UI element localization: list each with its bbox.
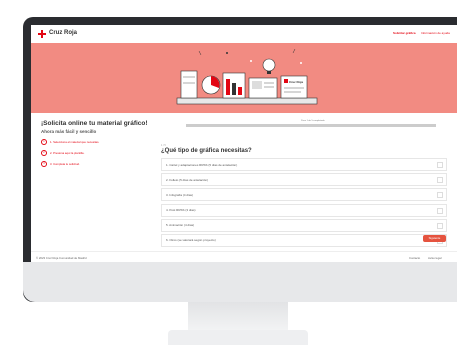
option-poster[interactable]: 1. Cartel y adaptaciones RRSS (5 días de…: [161, 158, 447, 171]
hero-banner: Cruz Roja: [31, 43, 457, 113]
option-label: 6. Otros (se valorará según proyecto): [166, 238, 216, 243]
hero-illustration: Cruz Roja: [176, 48, 318, 105]
monitor-stand-base: [168, 330, 308, 345]
option-leaflet[interactable]: 2. Folleto (5 días de antelación): [161, 173, 447, 187]
step-number-icon: 2: [41, 150, 47, 156]
logo-text[interactable]: Cruz Roja: [49, 30, 77, 36]
step-item: 2 2. Presiona aquí la plantilla.: [41, 150, 161, 156]
step-number-icon: 1: [41, 139, 47, 145]
option-label: 4. Post RRSS (3 días): [166, 208, 196, 213]
nav-link-request[interactable]: Solicitar gráfica: [393, 31, 416, 35]
checkbox-icon: [437, 207, 443, 214]
page-title: ¡Solicita online tu material gráfico!: [41, 120, 148, 127]
footer-link-contact[interactable]: Contacto: [409, 256, 420, 260]
option-infographic[interactable]: 3. Infografía (4 días): [161, 188, 447, 202]
footer: © 2023 Cruz Roja Comunidad de Madrid Con…: [31, 251, 457, 262]
monitor-chin: [23, 262, 457, 302]
step-item: 3 3. Completa tu solicitud.: [41, 161, 161, 167]
step-label: 2. Presiona aquí la plantilla.: [50, 151, 85, 155]
step-label: 1. Selecciona el material que necesitas.: [50, 140, 100, 144]
red-cross-icon: [38, 30, 46, 38]
option-social-post[interactable]: 4. Post RRSS (3 días): [161, 203, 447, 217]
step-label: 3. Completa tu solicitud.: [50, 162, 80, 166]
footer-link-legal[interactable]: Aviso legal: [428, 256, 441, 260]
option-label: 3. Infografía (4 días): [166, 192, 194, 197]
page-subtitle: Ahora más fácil y sencillo: [41, 129, 97, 134]
intro-panel: ¡Solicita online tu material gráfico! Ah…: [41, 120, 161, 167]
option-label: 5. Animación (4 días): [166, 223, 195, 228]
option-animation[interactable]: 5. Animación (4 días): [161, 218, 447, 232]
checkbox-icon: [437, 177, 443, 184]
option-label: 1. Cartel y adaptaciones RRSS (5 días de…: [166, 162, 238, 167]
options-list: 1. Cartel y adaptaciones RRSS (5 días de…: [161, 158, 447, 249]
checkbox-icon: [437, 222, 443, 229]
progress-label: Paso 1 de 5 completado: [301, 120, 325, 122]
nav-link-help[interactable]: Información de ayuda: [421, 31, 450, 35]
checkbox-icon: [437, 192, 443, 199]
next-button[interactable]: Siguiente: [423, 235, 446, 242]
step-number-icon: 3: [41, 161, 47, 167]
option-other[interactable]: 6. Otros (se valorará según proyecto): [161, 233, 447, 247]
copyright-text: © 2023 Cruz Roja Comunidad de Madrid: [36, 256, 87, 260]
step-item: 1 1. Selecciona el material que necesita…: [41, 139, 161, 145]
top-navbar: Cruz Roja Solicitar gráfica Información …: [31, 25, 457, 44]
option-label: 2. Folleto (5 días de antelación): [166, 177, 209, 182]
svg-text:Cruz Roja: Cruz Roja: [289, 80, 303, 84]
progress-bar: [186, 124, 436, 127]
checkbox-icon: [437, 162, 443, 168]
question-counter: 1 / 5: [161, 144, 166, 147]
question-title: ¿Qué tipo de gráfica necesitas?: [161, 148, 252, 154]
screen: Cruz Roja Solicitar gráfica Información …: [31, 25, 457, 262]
monitor-stand-neck: [188, 302, 288, 332]
